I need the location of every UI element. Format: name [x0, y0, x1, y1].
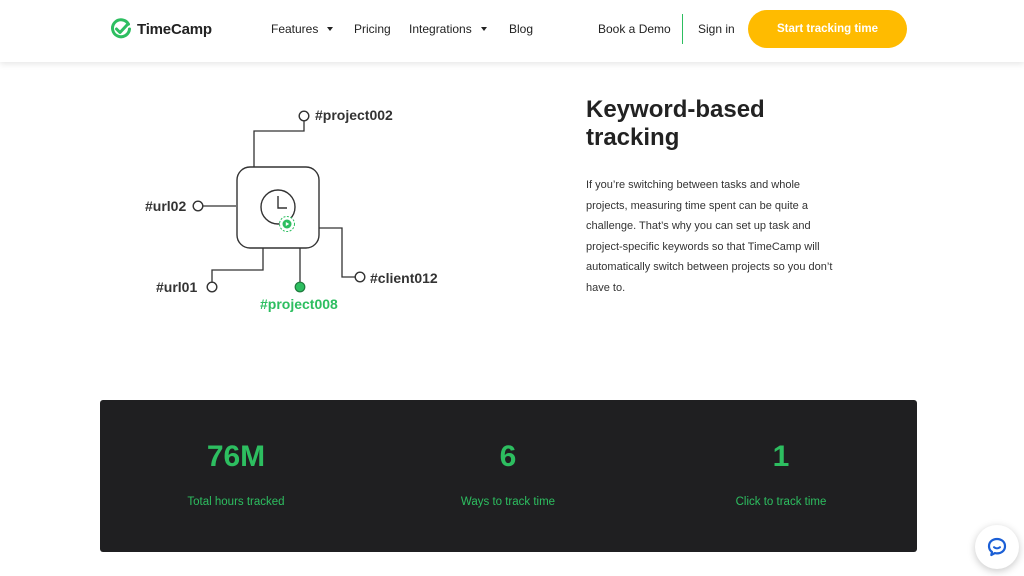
nav-pricing[interactable]: Pricing — [354, 22, 391, 36]
keyword-tag-url01: #url01 — [156, 279, 198, 295]
timecamp-logo-icon — [111, 18, 131, 39]
stat-click-to-track: 1 Click to track time — [645, 438, 917, 508]
brand-name: TimeCamp — [137, 20, 212, 38]
nav-blog[interactable]: Blog — [509, 22, 533, 36]
keyword-tag-project002: #project002 — [315, 107, 393, 123]
chat-button[interactable] — [975, 525, 1019, 569]
stat-label: Click to track time — [735, 496, 827, 508]
start-tracking-button[interactable]: Start tracking time — [748, 10, 907, 48]
nav-integrations-label: Integrations — [409, 22, 472, 36]
keyword-tag-client012: #client012 — [370, 270, 438, 286]
stat-value: 6 — [499, 440, 517, 473]
sign-in-label: Sign in — [698, 22, 735, 36]
book-demo-link[interactable]: Book a Demo — [598, 22, 671, 36]
sign-in-link[interactable]: Sign in — [698, 22, 735, 36]
stat-ways-to-track: 6 Ways to track time — [372, 438, 644, 508]
stat-total-hours: 76M Total hours tracked — [100, 438, 372, 508]
site-header: TimeCamp Features Pricing Integrations B… — [0, 0, 1024, 62]
feature-title-line2: tracking — [586, 124, 680, 151]
nav-features-label: Features — [271, 22, 319, 36]
feature-title-line1: Keyword-based — [586, 96, 765, 123]
chat-bubble-icon — [987, 537, 1007, 557]
nav-integrations[interactable]: Integrations — [409, 22, 487, 36]
keyword-tag-project008: #project008 — [260, 296, 338, 312]
nav-pricing-label: Pricing — [354, 22, 391, 36]
chevron-down-icon — [327, 27, 334, 31]
nav-divider — [682, 14, 683, 44]
nav-blog-label: Blog — [509, 22, 534, 36]
stat-value: 76M — [206, 440, 266, 473]
stat-label: Ways to track time — [460, 496, 556, 508]
feature-description: If you’re switching between tasks and wh… — [586, 179, 833, 294]
stats-panel: 76M Total hours tracked 6 Ways to track … — [100, 400, 917, 552]
book-demo-label: Book a Demo — [598, 22, 671, 36]
timecamp-logo[interactable]: TimeCamp — [110, 18, 212, 40]
nav-features[interactable]: Features — [271, 22, 334, 36]
keyword-diagram: #project002 #url02 #client012 #url01 #pr… — [130, 95, 460, 320]
chevron-down-icon — [480, 27, 487, 31]
keyword-tag-url02: #url02 — [145, 198, 187, 214]
feature-title: Keyword-based tracking — [586, 96, 886, 152]
stat-label: Total hours tracked — [187, 496, 285, 508]
stat-value: 1 — [772, 440, 790, 473]
